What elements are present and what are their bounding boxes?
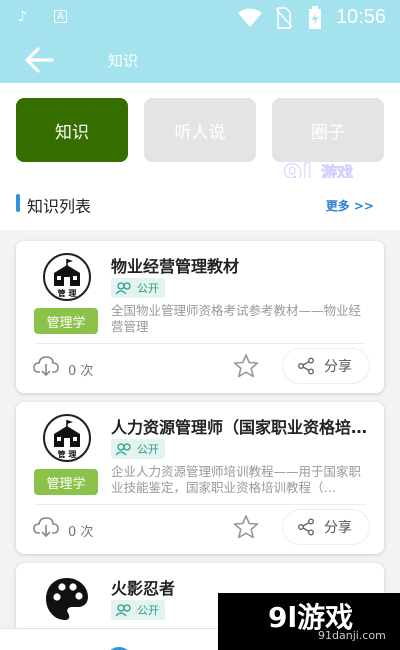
download-count: 0 次 — [68, 525, 94, 540]
wifi-icon — [238, 8, 262, 27]
visibility-badge: 公开 — [111, 600, 165, 620]
section-accent-bar — [16, 194, 20, 212]
public-icon — [115, 443, 131, 456]
tiktok-icon: ♪ — [18, 9, 27, 25]
category-badge: 管理学 — [34, 469, 98, 495]
palette-icon — [43, 575, 91, 623]
visibility-label: 公开 — [137, 443, 159, 456]
status-bar: ♪ A 10:56 — [0, 0, 400, 36]
share-label: 分享 — [324, 520, 352, 536]
school-icon: 管 理 — [43, 253, 91, 301]
share-button[interactable]: 分享 — [282, 509, 370, 545]
knowledge-card[interactable]: 管 理 管理学 人力资源管理师（国家职业资格培训… 公开 企业人力资源管理师培训… — [16, 402, 384, 554]
card-title: 人力资源管理师（国家职业资格培训… — [111, 418, 381, 437]
more-link[interactable]: 更多 >> — [326, 197, 374, 214]
a-app-icon: A — [54, 10, 67, 23]
download-count: 0 次 — [68, 364, 94, 379]
visibility-badge: 公开 — [111, 439, 165, 459]
public-icon — [115, 604, 131, 617]
tab-knowledge[interactable]: 知识 — [16, 98, 128, 162]
card-divider — [34, 504, 366, 505]
share-icon — [298, 518, 314, 536]
battery-charging-icon — [309, 6, 321, 29]
public-icon — [115, 282, 131, 295]
card-divider — [34, 343, 366, 344]
no-sim-icon — [276, 7, 292, 29]
school-icon: 管 理 — [43, 414, 91, 462]
knowledge-card[interactable]: 管 理 管理学 物业经营管理教材 公开 全国物业管理师资格考试参考教材——物业经… — [16, 241, 384, 393]
share-label: 分享 — [324, 359, 352, 375]
page-title: 知识 — [108, 52, 139, 70]
share-icon — [298, 357, 314, 375]
header-bar: 知识 — [0, 36, 400, 83]
visibility-badge: 公开 — [111, 278, 165, 298]
tab-listen[interactable]: 听人说 — [144, 98, 256, 162]
download-cloud-icon[interactable] — [33, 355, 59, 377]
download-cloud-icon[interactable] — [33, 516, 59, 538]
section-title: 知识列表 — [27, 197, 92, 216]
card-title: 物业经营管理教材 — [111, 257, 240, 276]
star-icon[interactable] — [233, 514, 259, 540]
avatar-caption: 管 理 — [58, 288, 77, 298]
category-badge: 管理学 — [34, 308, 98, 334]
visibility-label: 公开 — [137, 282, 159, 295]
share-button[interactable]: 分享 — [282, 348, 370, 384]
watermark-corner: 9l游戏 91danji.com — [218, 593, 400, 650]
visibility-label: 公开 — [137, 604, 159, 617]
back-arrow-icon[interactable] — [24, 46, 54, 74]
avatar-caption: 管 理 — [58, 449, 77, 459]
list-header: 知识列表 更多 >> — [0, 178, 400, 230]
watermark-site: 91danji.com — [318, 629, 386, 642]
tab-circle[interactable]: 圈子 — [272, 98, 384, 162]
star-icon[interactable] — [233, 353, 259, 379]
app-header: ♪ A 10:56 知识 — [0, 0, 400, 83]
card-description: 企业人力资源管理师培训教程——用于国家职业技能鉴定，国家职业资格培训教程（… — [111, 464, 362, 495]
status-time: 10:56 — [335, 6, 386, 28]
card-description: 全国物业管理师资格考试参考教材——物业经营管理 — [111, 303, 362, 334]
